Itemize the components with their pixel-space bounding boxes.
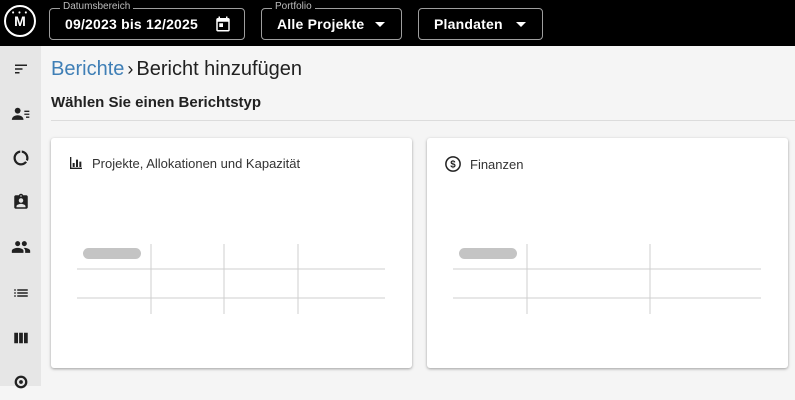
report-type-card-finances[interactable]: $ Finanzen bbox=[427, 138, 788, 368]
section-title: Wählen Sie einen Berichtstyp bbox=[51, 94, 262, 111]
page-title: Bericht hinzufügen bbox=[136, 58, 303, 80]
report-preview-illustration bbox=[77, 244, 385, 314]
group-icon bbox=[11, 241, 30, 253]
bar-chart-icon bbox=[70, 157, 82, 169]
date-range-field[interactable]: Datumsbereich 09/2023 bis 12/2025 bbox=[49, 1, 245, 40]
list-icon bbox=[13, 289, 28, 297]
people-list-icon bbox=[11, 107, 29, 120]
main-content: Berichte › Bericht hinzufügen Wählen Sie e… bbox=[41, 46, 795, 386]
card-title: Finanzen bbox=[470, 156, 524, 172]
dollar-circle-icon: $ bbox=[445, 156, 461, 172]
sidebar-item-columns[interactable] bbox=[0, 320, 41, 356]
breadcrumb-link-reports[interactable]: Berichte bbox=[51, 58, 124, 80]
caret-down-icon bbox=[375, 22, 385, 27]
app-logo[interactable]: • • • M bbox=[4, 5, 36, 37]
date-range-value: 09/2023 bis 12/2025 bbox=[65, 16, 199, 32]
sidebar-item-assignments[interactable] bbox=[0, 184, 41, 220]
breadcrumb-separator: › bbox=[127, 59, 134, 79]
columns-icon bbox=[13, 332, 28, 344]
sidebar-item-settings[interactable] bbox=[0, 364, 41, 400]
sidebar bbox=[0, 46, 41, 389]
portfolio-label: Portfolio bbox=[272, 1, 315, 13]
portfolio-value: Alle Projekte bbox=[277, 16, 365, 32]
card-header: Projekte, Allokationen und Kapazität bbox=[68, 155, 300, 171]
sidebar-item-list[interactable] bbox=[0, 275, 41, 311]
clipboard-user-icon bbox=[13, 193, 28, 209]
report-preview-illustration bbox=[453, 244, 761, 314]
svg-text:$: $ bbox=[450, 159, 456, 170]
sidebar-item-people[interactable] bbox=[0, 96, 41, 132]
settings-icon bbox=[14, 375, 27, 389]
sort-list-icon bbox=[14, 64, 27, 74]
data-type-select[interactable]: Plandaten bbox=[418, 8, 543, 40]
report-type-card-projects[interactable]: Projekte, Allokationen und Kapazität bbox=[51, 138, 412, 368]
caret-down-icon bbox=[516, 22, 526, 27]
calendar-icon[interactable] bbox=[214, 15, 232, 38]
donut-chart-icon bbox=[13, 150, 28, 166]
card-title: Projekte, Allokationen und Kapazität bbox=[92, 155, 301, 171]
sidebar-item-chart[interactable] bbox=[0, 140, 41, 176]
top-bar: • • • M Datumsbereich 09/2023 bis 12/202… bbox=[0, 0, 795, 46]
divider bbox=[51, 120, 795, 121]
sidebar-item-sort[interactable] bbox=[0, 51, 41, 87]
logo-dots: • • • bbox=[11, 10, 29, 17]
sidebar-item-team[interactable] bbox=[0, 229, 41, 265]
date-range-label: Datumsbereich bbox=[60, 1, 134, 13]
breadcrumb: Berichte › Bericht hinzufügen bbox=[51, 58, 302, 81]
card-header: $ Finanzen bbox=[444, 155, 523, 173]
data-type-value: Plandaten bbox=[434, 16, 503, 32]
portfolio-select[interactable]: Portfolio Alle Projekte bbox=[261, 1, 402, 40]
